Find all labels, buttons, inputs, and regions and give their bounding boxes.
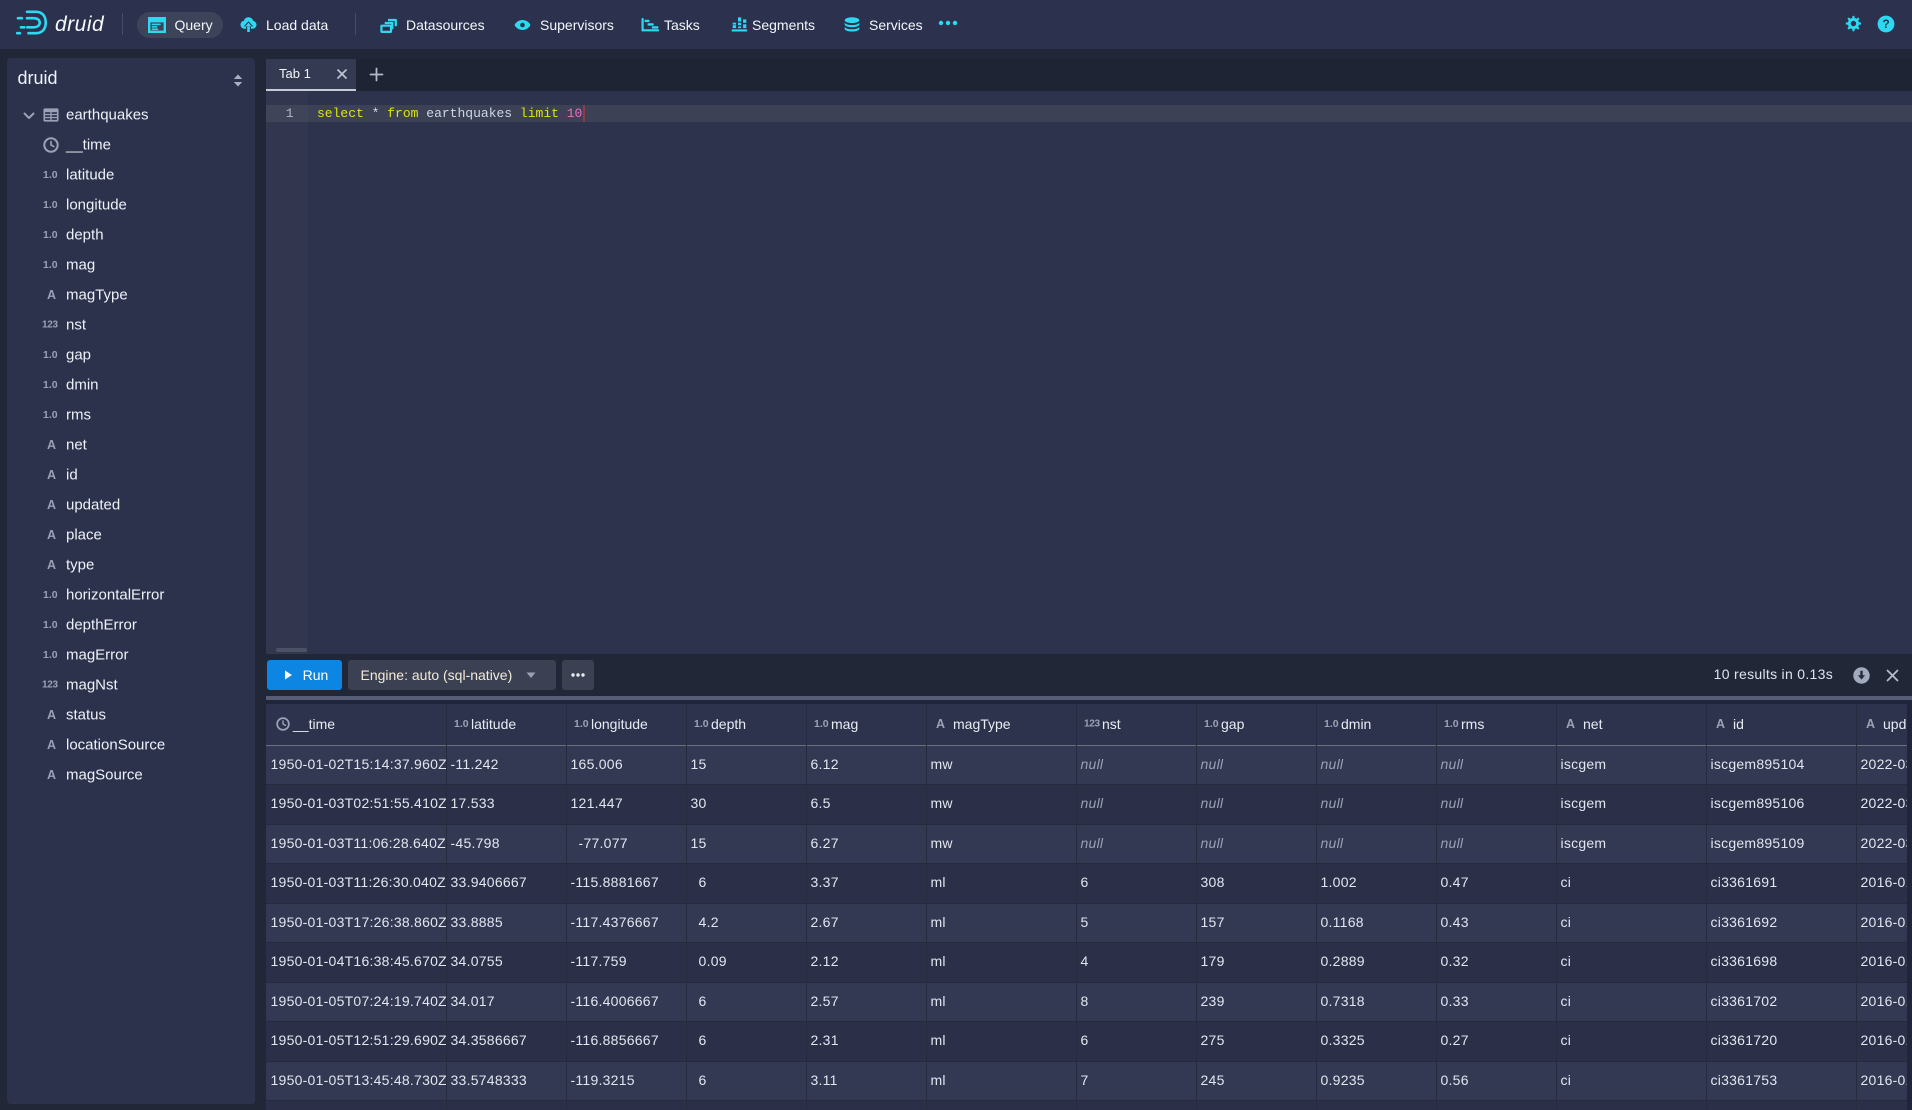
svg-text:?: ? (1882, 17, 1889, 31)
